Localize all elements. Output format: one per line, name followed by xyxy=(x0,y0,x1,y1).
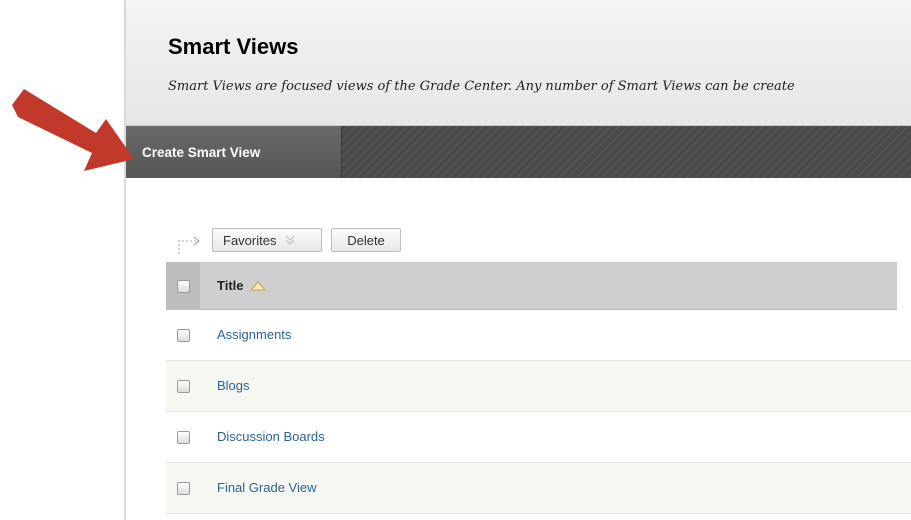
page-title: Smart Views xyxy=(168,34,299,59)
smart-view-link[interactable]: Assignments xyxy=(217,327,291,342)
select-all-cell xyxy=(166,262,200,309)
table-header: Title xyxy=(166,262,897,310)
connector-arrow-icon xyxy=(178,236,200,254)
row-checkbox[interactable] xyxy=(177,431,190,444)
title-column-label: Title xyxy=(217,278,244,293)
smart-view-link[interactable]: Discussion Boards xyxy=(217,429,325,444)
smart-view-link[interactable]: Blogs xyxy=(217,378,250,393)
delete-button[interactable]: Delete xyxy=(331,228,401,252)
sort-ascending-icon[interactable] xyxy=(249,280,266,291)
row-checkbox[interactable] xyxy=(177,482,190,495)
table-row: Assignments xyxy=(166,310,911,361)
table-row: Final Grade View xyxy=(166,463,911,514)
row-checkbox[interactable] xyxy=(177,329,190,342)
chevron-down-icon xyxy=(284,234,296,246)
favorites-label: Favorites xyxy=(223,232,277,248)
smart-view-link[interactable]: Final Grade View xyxy=(217,480,316,495)
row-checkbox[interactable] xyxy=(177,380,190,393)
favorites-button[interactable]: Favorites xyxy=(212,228,322,252)
title-column-header[interactable]: Title xyxy=(217,278,266,293)
page-header: Smart Views Smart Views are focused view… xyxy=(126,6,911,126)
select-all-checkbox[interactable] xyxy=(177,280,190,293)
annotation-arrow-icon xyxy=(12,89,134,171)
table-row: Blogs xyxy=(166,361,911,412)
page-description: Smart Views are focused views of the Gra… xyxy=(168,79,795,94)
table-row: Discussion Boards xyxy=(166,412,911,463)
action-bar: Create Smart View xyxy=(126,126,911,178)
